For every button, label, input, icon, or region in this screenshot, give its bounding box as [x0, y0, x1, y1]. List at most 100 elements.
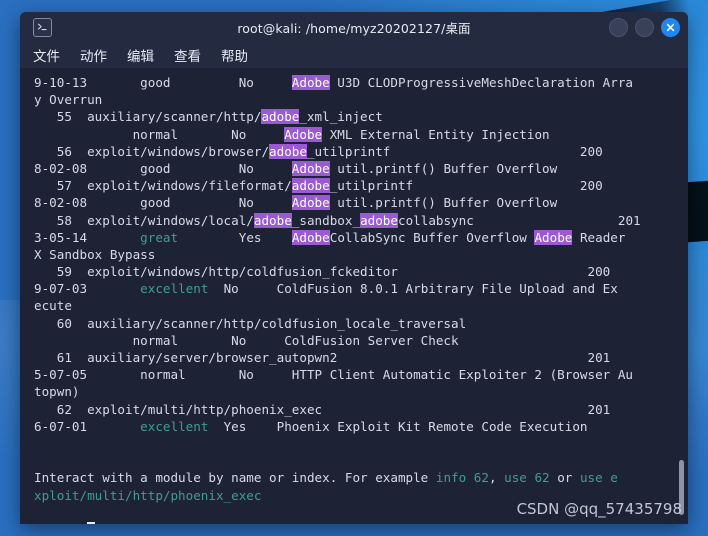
desktop-wallpaper: root@kali: /home/myz20202127/桌面 文件 动作 编辑… — [0, 0, 708, 536]
terminal-text: Adobe — [534, 229, 573, 245]
terminal-text: excellent — [140, 281, 209, 297]
terminal-line: X Sandbox Bypass — [34, 246, 688, 263]
terminal-text: Adobe — [284, 126, 323, 142]
terminal-text: ecute — [34, 298, 72, 314]
terminal-text: , — [488, 470, 505, 486]
terminal-text: 56 exploit/windows/browser/ — [34, 143, 270, 159]
menu-view[interactable]: 查看 — [171, 44, 204, 66]
terminal-line: normal No ColdFusion Server Check — [34, 332, 688, 349]
terminal-text: normal No ColdFusion Server Check — [34, 332, 459, 348]
window-titlebar[interactable]: root@kali: /home/myz20202127/桌面 — [20, 12, 688, 42]
terminal-text: Adobe — [291, 195, 330, 211]
terminal-line: 8-02-08 good No Adobe util.printf() Buff… — [34, 194, 688, 211]
terminal-line: 5-07-05 normal No HTTP Client Automatic … — [34, 366, 688, 383]
terminal-text: adobe — [253, 212, 292, 228]
terminal-text: normal No — [34, 126, 285, 142]
terminal-text: util.printf() Buffer Overflow — [329, 160, 558, 176]
terminal-line: 6-07-01 excellent Yes Phoenix Exploit Ki… — [34, 418, 688, 435]
terminal-text: CollabSync Buffer Overflow — [329, 229, 535, 245]
terminal-text: Adobe — [291, 160, 330, 176]
terminal-text: Interact with a module by name or index.… — [34, 470, 436, 486]
terminal-line: normal No Adobe XML External Entity Inje… — [34, 126, 688, 143]
menu-help[interactable]: 帮助 — [218, 44, 251, 66]
terminal-text: 3-05-14 — [34, 229, 141, 245]
terminal-line: msf6 > — [34, 521, 688, 524]
window-controls — [609, 17, 680, 37]
terminal-text: _xml_inject — [299, 109, 383, 125]
terminal-text: _utilprintf 200 — [329, 178, 603, 194]
terminal-line: 55 auxiliary/scanner/http/adobe_xml_inje… — [34, 108, 688, 125]
terminal-line: 60 auxiliary/scanner/http/coldfusion_loc… — [34, 315, 688, 332]
terminal-line: 8-02-08 good No Adobe util.printf() Buff… — [34, 160, 688, 177]
menu-actions[interactable]: 动作 — [77, 44, 110, 66]
terminal-line: 58 exploit/windows/local/adobe_sandbox_a… — [34, 212, 688, 229]
terminal-text: info 62 — [435, 470, 489, 486]
window-title: root@kali: /home/myz20202127/桌面 — [237, 20, 471, 36]
terminal-text: _utilprintf 200 — [306, 143, 603, 159]
terminal-viewport[interactable]: 9-10-13 good No Adobe U3D CLODProgressiv… — [20, 68, 688, 524]
close-button[interactable] — [661, 17, 680, 37]
terminal-text: 8-02-08 good No — [34, 160, 292, 176]
terminal-window: root@kali: /home/myz20202127/桌面 文件 动作 编辑… — [20, 12, 688, 524]
terminal-line: 9-07-03 excellent No ColdFusion 8.0.1 Ar… — [34, 280, 688, 297]
terminal-text: 58 exploit/windows/local/ — [34, 212, 254, 228]
terminal-icon — [33, 17, 52, 37]
terminal-text: X Sandbox Bypass — [34, 246, 156, 262]
maximize-button[interactable] — [635, 17, 654, 37]
terminal-line: Interact with a module by name or index.… — [34, 469, 688, 486]
terminal-text: 9-07-03 — [34, 281, 141, 297]
terminal-text: adobe — [261, 109, 300, 125]
menu-file[interactable]: 文件 — [30, 44, 63, 66]
menu-edit[interactable]: 编辑 — [124, 44, 157, 66]
terminal-line: ecute — [34, 297, 688, 314]
terminal-text: 57 exploit/windows/fileformat/ — [34, 178, 292, 194]
terminal-text: use e — [579, 470, 618, 486]
terminal-line: 61 auxiliary/server/browser_autopwn2 201 — [34, 349, 688, 366]
terminal-text: util.printf() Buffer Overflow — [329, 195, 558, 211]
terminal-text: or — [549, 470, 580, 486]
terminal-text: adobe — [269, 143, 307, 159]
terminal-text: use 62 — [504, 470, 550, 486]
terminal-text: Adobe — [291, 75, 330, 90]
terminal-scrollbar[interactable] — [676, 68, 686, 524]
terminal-text: 5-07-05 normal No HTTP Client Automatic … — [34, 367, 633, 383]
terminal-text: adobe — [360, 212, 398, 228]
terminal-line: y Overrun — [34, 91, 688, 108]
terminal-line: 59 exploit/windows/http/coldfusion_fcked… — [34, 263, 688, 280]
terminal-text: 61 auxiliary/server/browser_autopwn2 201 — [34, 350, 611, 365]
terminal-text: > — [64, 522, 87, 524]
terminal-text: y Overrun — [34, 92, 103, 108]
terminal-text: XML External Entity Injection — [322, 126, 550, 142]
terminal-text: 6-07-01 — [34, 418, 141, 434]
terminal-line: 56 exploit/windows/browser/adobe_utilpri… — [34, 143, 688, 160]
terminal-text: Reader — [572, 229, 626, 245]
terminal-text: excellent — [140, 418, 209, 434]
terminal-text: 9-10-13 good No — [34, 75, 292, 90]
terminal-text: 55 auxiliary/scanner/http/ — [34, 109, 262, 125]
terminal-cursor — [87, 521, 95, 524]
watermark-text: CSDN @qq_57435798 — [516, 500, 682, 518]
terminal-text: Yes Phoenix Exploit Kit Remote Code Exec… — [208, 418, 588, 434]
terminal-text: adobe — [291, 178, 330, 194]
terminal-line: 9-10-13 good No Adobe U3D CLODProgressiv… — [34, 74, 688, 91]
terminal-text: 62 exploit/multi/http/phoenix_exec 201 — [34, 401, 611, 417]
terminal-text: Yes — [178, 229, 292, 245]
minimize-button[interactable] — [609, 17, 628, 37]
terminal-line: 57 exploit/windows/fileformat/adobe_util… — [34, 177, 688, 194]
terminal-line: 62 exploit/multi/http/phoenix_exec 201 — [34, 401, 688, 418]
terminal-output[interactable]: 9-10-13 good No Adobe U3D CLODProgressiv… — [20, 68, 688, 524]
terminal-text: 60 auxiliary/scanner/http/coldfusion_loc… — [34, 315, 467, 331]
close-icon — [666, 23, 675, 31]
terminal-text: Adobe — [291, 229, 330, 245]
terminal-text: 59 exploit/windows/http/coldfusion_fcked… — [34, 264, 611, 280]
terminal-line: 3-05-14 great Yes AdobeCollabSync Buffer… — [34, 229, 688, 246]
menu-bar: 文件 动作 编辑 查看 帮助 — [20, 42, 688, 68]
terminal-text: topwn) — [34, 384, 80, 400]
terminal-text: collabsync 201 — [397, 212, 641, 228]
terminal-text: xploit/multi/http/phoenix_exec — [34, 487, 262, 503]
terminal-text: No ColdFusion 8.0.1 Arbitrary File Uploa… — [208, 281, 618, 297]
terminal-text: U3D CLODProgressiveMeshDeclaration Arra — [329, 75, 634, 90]
terminal-line: topwn) — [34, 383, 688, 400]
